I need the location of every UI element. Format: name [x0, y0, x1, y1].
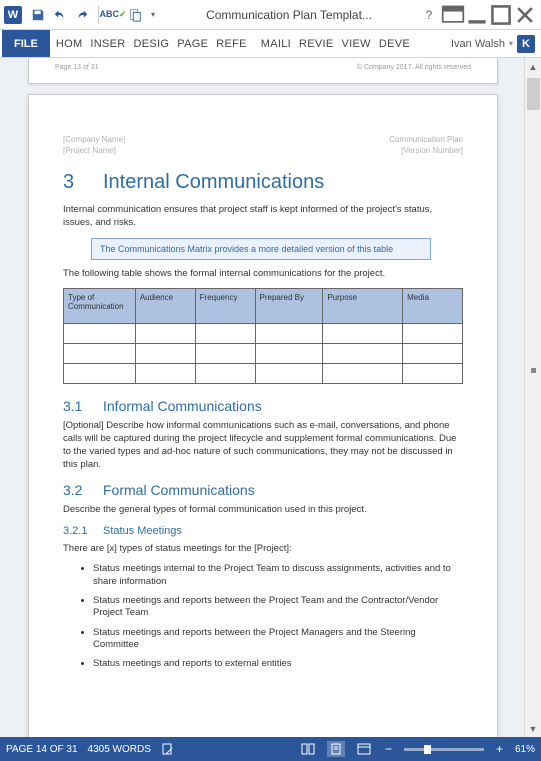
document-title: Communication Plan Templat... — [161, 8, 417, 22]
scroll-thumb[interactable] — [527, 78, 540, 110]
list-item[interactable]: Status meetings and reports between the … — [93, 595, 463, 620]
tab-page-layout[interactable]: PAGE — [173, 30, 212, 57]
prev-page-footer-left: Page 13 of 31 — [55, 64, 99, 71]
heading-3-text: Status Meetings — [103, 525, 182, 537]
heading-1-text: Internal Communications — [103, 171, 324, 193]
table-header-cell[interactable]: Prepared By — [255, 289, 323, 324]
list-item[interactable]: Status meetings internal to the Project … — [93, 563, 463, 588]
communications-table[interactable]: Type of Communication Audience Frequency… — [63, 288, 463, 384]
callout-box[interactable]: The Communications Matrix provides a mor… — [91, 238, 431, 260]
qat-customize-button[interactable]: ▾ — [147, 5, 159, 25]
zoom-in-button[interactable]: + — [494, 742, 505, 756]
tab-mailings[interactable]: MAILI — [257, 30, 295, 57]
document-page[interactable]: [Company Name] Communication Plan [Proje… — [28, 94, 498, 737]
list-item[interactable]: Status meetings and reports between the … — [93, 627, 463, 652]
scroll-marker[interactable] — [531, 368, 536, 373]
header-project: [Project Name] — [63, 146, 116, 155]
print-layout-button[interactable] — [327, 741, 345, 757]
zoom-level[interactable]: 61% — [515, 744, 535, 755]
read-mode-button[interactable] — [299, 741, 317, 757]
status-word-count[interactable]: 4305 WORDS — [88, 744, 151, 755]
undo-button[interactable] — [50, 5, 70, 25]
minimize-button[interactable] — [465, 3, 489, 27]
heading-2-number: 3.1 — [63, 398, 103, 414]
heading-2[interactable]: 3.1Informal Communications — [63, 398, 463, 414]
previous-page-bottom: Page 13 of 31 © Company 2017. All rights… — [28, 58, 498, 84]
zoom-slider[interactable] — [404, 748, 484, 751]
table-intro-paragraph[interactable]: The following table shows the formal int… — [63, 268, 463, 281]
section-32-paragraph[interactable]: Describe the general types of formal com… — [63, 504, 463, 517]
word-app-icon: W — [4, 6, 22, 24]
account-name[interactable]: Ivan Walsh — [451, 38, 505, 50]
table-header-cell[interactable]: Purpose — [323, 289, 403, 324]
status-proofing-icon[interactable] — [161, 742, 175, 756]
status-page[interactable]: PAGE 14 OF 31 — [6, 744, 78, 755]
save-button[interactable] — [28, 5, 48, 25]
scroll-up-button[interactable]: ▲ — [525, 58, 541, 75]
tab-insert[interactable]: INSER — [86, 30, 129, 57]
tab-references[interactable]: REFE — [212, 30, 251, 57]
redo-button[interactable] — [72, 5, 92, 25]
maximize-button[interactable] — [489, 3, 513, 27]
table-header-cell[interactable]: Media — [403, 289, 463, 324]
section-321-paragraph[interactable]: There are [x] types of status meetings f… — [63, 543, 463, 556]
status-bar: PAGE 14 OF 31 4305 WORDS − + 61% — [0, 737, 541, 761]
heading-3[interactable]: 3.2.1Status Meetings — [63, 525, 463, 537]
table-row[interactable] — [64, 344, 463, 364]
table-row[interactable] — [64, 324, 463, 344]
heading-2-text: Informal Communications — [103, 398, 262, 414]
file-tab[interactable]: FILE — [2, 30, 50, 57]
header-company: [Company Name] — [63, 135, 125, 144]
bullet-list[interactable]: Status meetings internal to the Project … — [63, 563, 463, 670]
heading-2[interactable]: 3.2Formal Communications — [63, 482, 463, 498]
prev-page-footer-right: © Company 2017. All rights reserved — [357, 64, 471, 71]
tab-design[interactable]: DESIG — [130, 30, 174, 57]
tab-home[interactable]: HOM — [52, 30, 87, 57]
zoom-out-button[interactable]: − — [383, 742, 394, 756]
table-row[interactable] — [64, 364, 463, 384]
table-header-cell[interactable]: Frequency — [195, 289, 255, 324]
heading-1[interactable]: 3Internal Communications — [63, 171, 463, 194]
heading-1-number: 3 — [63, 171, 103, 194]
title-bar: W ABC✓ ▾ Communication Plan Templat... ? — [0, 0, 541, 30]
table-header-row: Type of Communication Audience Frequency… — [64, 289, 463, 324]
heading-2-number: 3.2 — [63, 482, 103, 498]
spellcheck-button[interactable]: ABC✓ — [103, 5, 123, 25]
web-layout-button[interactable] — [355, 741, 373, 757]
intro-paragraph[interactable]: Internal communication ensures that proj… — [63, 204, 463, 230]
header-plan-title: Communication Plan — [389, 135, 463, 144]
zoom-slider-handle[interactable] — [424, 745, 431, 754]
close-button[interactable] — [513, 3, 537, 27]
list-item[interactable]: Status meetings and reports to external … — [93, 658, 463, 670]
section-31-paragraph[interactable]: [Optional] Describe how informal communi… — [63, 420, 463, 471]
ribbon-display-options-button[interactable] — [441, 3, 465, 27]
scroll-down-button[interactable]: ▼ — [525, 720, 541, 737]
document-area[interactable]: Page 13 of 31 © Company 2017. All rights… — [0, 58, 541, 737]
account-avatar[interactable]: K — [517, 35, 535, 53]
tab-review[interactable]: REVIE — [295, 30, 338, 57]
table-header-cell[interactable]: Audience — [135, 289, 195, 324]
help-button[interactable]: ? — [417, 3, 441, 27]
tab-developer[interactable]: DEVE — [375, 30, 414, 57]
table-header-cell[interactable]: Type of Communication — [64, 289, 136, 324]
tab-view[interactable]: VIEW — [338, 30, 375, 57]
heading-3-number: 3.2.1 — [63, 525, 103, 537]
header-version: [Version Number] — [401, 146, 463, 155]
paste-options-button[interactable] — [125, 5, 145, 25]
vertical-scrollbar[interactable]: ▲ ▼ — [524, 58, 541, 737]
heading-2-text: Formal Communications — [103, 482, 255, 498]
ribbon-tabs: FILE HOM INSER DESIG PAGE REFE MAILI REV… — [0, 30, 541, 58]
